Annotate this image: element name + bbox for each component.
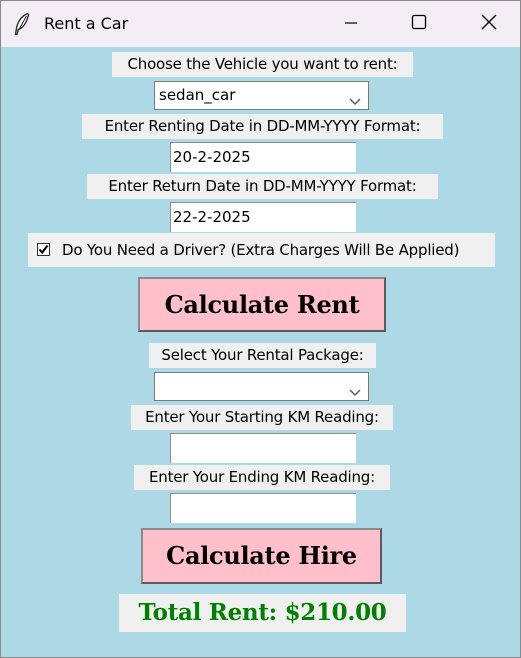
calculate-hire-button[interactable]: Calculate Hire xyxy=(141,528,382,584)
driver-checkbox-label: Do You Need a Driver? (Extra Charges Wil… xyxy=(62,241,460,259)
close-icon xyxy=(481,14,497,34)
end-km-label: Enter Your Ending KM Reading: xyxy=(134,465,390,490)
calculate-rent-label: Calculate Rent xyxy=(164,290,360,319)
app-window: Rent a Car Choose the Vehicle you want t… xyxy=(0,0,521,658)
package-select[interactable] xyxy=(154,372,369,401)
return-date-label: Enter Return Date in DD-MM-YYYY Format: xyxy=(87,174,438,199)
end-km-input[interactable] xyxy=(170,493,356,523)
driver-checkbox[interactable] xyxy=(37,243,50,256)
maximize-icon xyxy=(411,14,427,34)
chevron-down-icon xyxy=(348,90,362,105)
return-date-input[interactable]: 22-2-2025 xyxy=(170,202,356,232)
title-bar[interactable]: Rent a Car xyxy=(1,1,520,47)
maximize-button[interactable] xyxy=(396,1,442,47)
minimize-icon xyxy=(344,15,358,34)
close-button[interactable] xyxy=(466,1,512,47)
minimize-button[interactable] xyxy=(328,1,374,47)
window-title: Rent a Car xyxy=(44,14,129,33)
driver-checkbox-row[interactable]: Do You Need a Driver? (Extra Charges Wil… xyxy=(28,233,495,267)
total-rent-text: Total Rent: $210.00 xyxy=(119,594,406,632)
start-km-label: Enter Your Starting KM Reading: xyxy=(131,405,393,430)
rent-date-label: Enter Renting Date in DD-MM-YYYY Format: xyxy=(82,114,443,139)
package-label: Select Your Rental Package: xyxy=(149,343,376,368)
form-area: Choose the Vehicle you want to rent: sed… xyxy=(1,47,520,657)
vehicle-select[interactable]: sedan_car xyxy=(154,81,369,110)
vehicle-label: Choose the Vehicle you want to rent: xyxy=(112,52,413,77)
start-km-input[interactable] xyxy=(170,433,356,463)
rent-date-input[interactable]: 20-2-2025 xyxy=(170,142,356,172)
calculate-rent-button[interactable]: Calculate Rent xyxy=(138,277,386,332)
vehicle-select-value: sedan_car xyxy=(159,86,236,104)
calculate-hire-label: Calculate Hire xyxy=(166,541,357,570)
feather-icon xyxy=(13,12,31,36)
chevron-down-icon xyxy=(348,381,362,396)
